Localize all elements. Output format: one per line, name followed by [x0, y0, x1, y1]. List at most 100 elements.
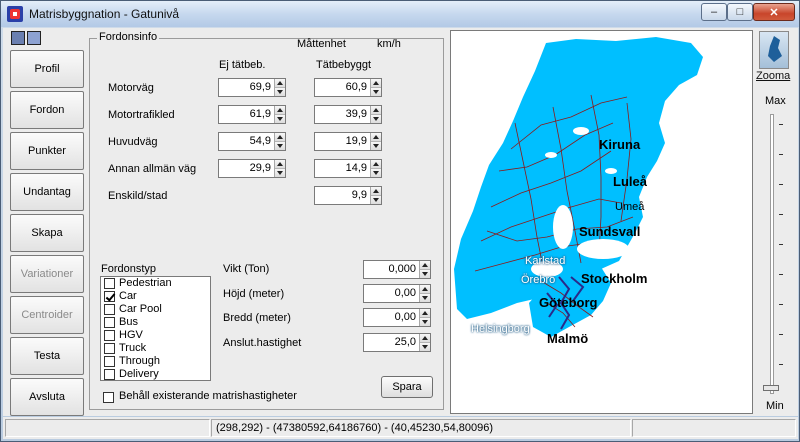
spin-down-icon[interactable]	[420, 294, 430, 302]
list-item[interactable]: Delivery	[101, 368, 210, 380]
keep-existing-checkbox[interactable]	[103, 392, 114, 403]
close-button[interactable]: ✕	[753, 3, 795, 21]
spin-up-icon[interactable]	[371, 187, 381, 196]
speed-huvudvag-inside[interactable]: 19,9	[314, 132, 382, 151]
spin-up-icon[interactable]	[275, 106, 285, 115]
zoom-slider-thumb[interactable]	[763, 385, 779, 391]
spin-value[interactable]: 0,00	[364, 285, 419, 302]
spin-value[interactable]: 9,9	[315, 187, 370, 204]
spin-down-icon[interactable]	[371, 169, 381, 177]
nav-profil-button[interactable]: Profil	[10, 50, 84, 88]
speed-huvudvag-outside[interactable]: 54,9	[218, 132, 286, 151]
spin-down-icon[interactable]	[371, 115, 381, 123]
list-item[interactable]: Truck	[101, 342, 210, 355]
list-item[interactable]: Car Pool	[101, 303, 210, 316]
minimize-button[interactable]: –	[701, 3, 727, 21]
zoom-label[interactable]: Zooma	[756, 70, 790, 82]
spin-value[interactable]: 39,9	[315, 106, 370, 123]
spin-up-icon[interactable]	[420, 261, 430, 270]
spin-down-icon[interactable]	[420, 318, 430, 326]
spin-up-icon[interactable]	[420, 309, 430, 318]
spin-up-icon[interactable]	[420, 285, 430, 294]
spin-up-icon[interactable]	[371, 79, 381, 88]
zoom-slider-track[interactable]	[770, 114, 774, 394]
title-bar[interactable]: Matrisbyggnation - Gatunivå – □ ✕	[1, 1, 799, 27]
spin-value[interactable]: 0,00	[364, 309, 419, 326]
speed-motortrafikled-outside[interactable]: 61,9	[218, 105, 286, 124]
nav-punkter-button[interactable]: Punkter	[10, 132, 84, 170]
maximize-button[interactable]: □	[727, 3, 753, 21]
speed-annan-outside[interactable]: 29,9	[218, 159, 286, 178]
list-item[interactable]: Through	[101, 355, 210, 368]
spin-value[interactable]: 54,9	[219, 133, 274, 150]
spin-up-icon[interactable]	[371, 133, 381, 142]
nav-skapa-button[interactable]: Skapa	[10, 214, 84, 252]
checkbox[interactable]	[104, 356, 115, 367]
list-item[interactable]: Pedestrian	[101, 277, 210, 290]
nav-variationer-button[interactable]: Variationer	[10, 255, 84, 293]
list-item[interactable]: Bus	[101, 316, 210, 329]
nav-fordon-button[interactable]: Fordon	[10, 91, 84, 129]
list-item[interactable]: Car	[101, 290, 210, 303]
layout-split-icon[interactable]	[27, 31, 41, 45]
nav-avsluta-button[interactable]: Avsluta	[10, 378, 84, 416]
spin-down-icon[interactable]	[420, 343, 430, 351]
spin-down-icon[interactable]	[371, 196, 381, 204]
spin-value[interactable]: 29,9	[219, 160, 274, 177]
spin-value[interactable]: 69,9	[219, 79, 274, 96]
checkbox[interactable]	[104, 278, 115, 289]
vehicle-type-list[interactable]: Pedestrian Car Car Pool Bus HGV Truck Th…	[100, 276, 211, 381]
checkbox[interactable]	[104, 343, 115, 354]
spin-down-icon[interactable]	[275, 115, 285, 123]
speed-motortrafikled-inside[interactable]: 39,9	[314, 105, 382, 124]
speed-annan-inside[interactable]: 14,9	[314, 159, 382, 178]
item-label: Bus	[119, 316, 138, 328]
spin-up-icon[interactable]	[371, 160, 381, 169]
spin-down-icon[interactable]	[275, 88, 285, 96]
layout-toggle-icons[interactable]	[11, 31, 45, 45]
nav-centroider-button[interactable]: Centroider	[10, 296, 84, 334]
checkbox[interactable]	[104, 317, 115, 328]
col-header-outside: Ej tätbeb.	[219, 59, 266, 71]
checkbox[interactable]	[104, 291, 115, 302]
spin-value[interactable]: 25,0	[364, 334, 419, 351]
fordonsinfo-legend: Fordonsinfo	[97, 31, 160, 43]
spin-value[interactable]: 14,9	[315, 160, 370, 177]
checkbox[interactable]	[104, 369, 115, 380]
spin-down-icon[interactable]	[371, 142, 381, 150]
spin-value[interactable]: 0,000	[364, 261, 419, 278]
spin-down-icon[interactable]	[371, 88, 381, 96]
list-item[interactable]: HGV	[101, 329, 210, 342]
spin-down-icon[interactable]	[275, 169, 285, 177]
connect-speed-input[interactable]: 25,0	[363, 333, 431, 352]
height-input[interactable]: 0,00	[363, 284, 431, 303]
spin-down-icon[interactable]	[275, 142, 285, 150]
spin-up-icon[interactable]	[420, 334, 430, 343]
keep-existing-label[interactable]: Behåll existerande matrishastigheter	[119, 390, 297, 402]
spin-value[interactable]: 61,9	[219, 106, 274, 123]
spin-down-icon[interactable]	[420, 270, 430, 278]
checkbox[interactable]	[104, 330, 115, 341]
spin-value[interactable]: 19,9	[315, 133, 370, 150]
spin-up-icon[interactable]	[275, 133, 285, 142]
spin-value[interactable]: 60,9	[315, 79, 370, 96]
nav-testa-button[interactable]: Testa	[10, 337, 84, 375]
spin-up-icon[interactable]	[371, 106, 381, 115]
checkbox[interactable]	[104, 304, 115, 315]
city-kiruna: Kiruna	[599, 137, 641, 152]
spin-up-icon[interactable]	[275, 79, 285, 88]
speed-motorvag-outside[interactable]: 69,9	[218, 78, 286, 97]
speed-enskild-inside[interactable]: 9,9	[314, 186, 382, 205]
weight-input[interactable]: 0,000	[363, 260, 431, 279]
map-view[interactable]: Kiruna Luleå Umeå Sundsvall Karlstad Öre…	[450, 30, 753, 414]
save-button[interactable]: Spara	[381, 376, 433, 398]
speed-motorvag-inside[interactable]: 60,9	[314, 78, 382, 97]
city-stockholm: Stockholm	[581, 271, 648, 286]
spin-up-icon[interactable]	[275, 160, 285, 169]
map-canvas[interactable]	[451, 31, 753, 414]
layout-single-icon[interactable]	[11, 31, 25, 45]
param-label-weight: Vikt (Ton)	[223, 263, 270, 275]
map-zoom-icon[interactable]	[759, 31, 789, 69]
width-input[interactable]: 0,00	[363, 308, 431, 327]
nav-undantag-button[interactable]: Undantag	[10, 173, 84, 211]
